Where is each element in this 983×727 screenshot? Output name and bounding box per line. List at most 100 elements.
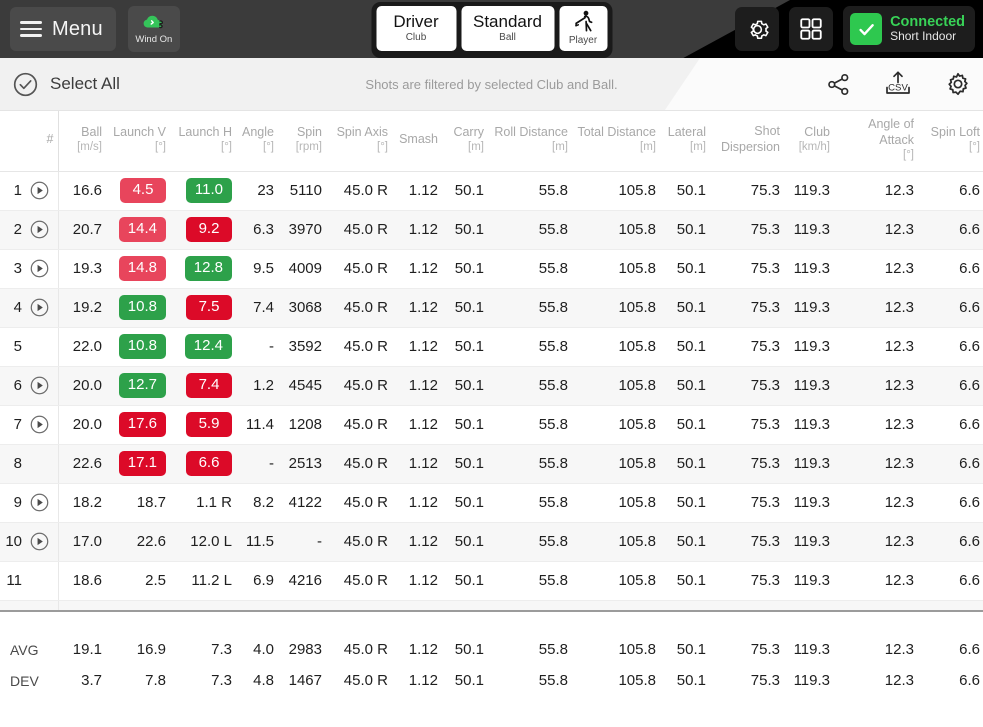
table-row[interactable]: 1017.022.612.0 L11.5-45.0 R1.1250.155.81… — [0, 522, 983, 561]
select-all-button[interactable]: Select All — [12, 71, 120, 98]
column-header-roll-distance[interactable]: Roll Distance[m] — [488, 111, 572, 171]
play-shot-button[interactable] — [29, 531, 50, 552]
column-header-carry[interactable]: Carry[m] — [442, 111, 488, 171]
connection-status-button[interactable]: Connected Short Indoor — [843, 6, 975, 52]
summary-cell-spin: 1467 — [278, 665, 326, 696]
cell-spin-axis: 45.0 R — [326, 522, 392, 561]
column-header-launch-h[interactable]: Launch H[°] — [170, 111, 236, 171]
play-shot-button[interactable] — [29, 180, 50, 201]
cell-ball-speed: 20.0 — [58, 366, 106, 405]
cell-lateral: 50.1 — [660, 171, 710, 210]
row-index-cell[interactable]: 6 — [0, 366, 58, 405]
column-header-index[interactable]: # — [0, 111, 58, 171]
cell-lateral: 50.1 — [660, 444, 710, 483]
summary-cell-club-speed: 119.3 — [784, 665, 834, 696]
summary-table: AVG19.116.97.34.0298345.0 R1.1250.155.81… — [0, 634, 983, 696]
table-row[interactable]: 1118.62.511.2 L6.9421645.0 R1.1250.155.8… — [0, 561, 983, 600]
table-row[interactable]: 116.64.511.023511045.0 R1.1250.155.8105.… — [0, 171, 983, 210]
summary-cell-lateral: 50.1 — [660, 634, 710, 665]
table-header-row: # Ball[m/s] Launch V[°] Launch H[°] Angl… — [0, 111, 983, 171]
row-index-cell[interactable]: 7 — [0, 405, 58, 444]
cell-lateral: 50.1 — [660, 405, 710, 444]
table-row[interactable]: 522.010.812.4-359245.0 R1.1250.155.8105.… — [0, 327, 983, 366]
table-row[interactable]: 620.012.77.41.2454545.0 R1.1250.155.8105… — [0, 366, 983, 405]
row-index-cell[interactable]: 3 — [0, 249, 58, 288]
cell-spin-axis: 45.0 R — [326, 483, 392, 522]
column-header-spin[interactable]: Spin[rpm] — [278, 111, 326, 171]
column-header-smash[interactable]: Smash — [392, 111, 442, 171]
row-index-cell[interactable]: 9 — [0, 483, 58, 522]
row-index-cell[interactable]: 10 — [0, 522, 58, 561]
csv-export-icon[interactable]: CSV — [881, 70, 915, 98]
column-header-spin-axis[interactable]: Spin Axis[°] — [326, 111, 392, 171]
table-row[interactable]: 220.714.49.26.3397045.0 R1.1250.155.8105… — [0, 210, 983, 249]
table-row[interactable]: 319.314.812.89.5400945.0 R1.1250.155.810… — [0, 249, 983, 288]
row-index-cell[interactable]: 12 — [0, 600, 58, 610]
cell-spin: 2513 — [278, 444, 326, 483]
cell-spin-axis: 45.0 R — [326, 210, 392, 249]
table-row[interactable]: 720.017.65.911.4120845.0 R1.1250.155.810… — [0, 405, 983, 444]
player-selector[interactable]: Player — [559, 6, 607, 51]
table-row[interactable]: 419.210.87.57.4306845.0 R1.1250.155.8105… — [0, 288, 983, 327]
ball-selector[interactable]: Standard Ball — [461, 6, 554, 51]
cell-lateral: 50.1 — [660, 210, 710, 249]
cell-total-distance: 105.8 — [572, 483, 660, 522]
cell-roll-distance: 55.8 — [488, 405, 572, 444]
share-icon[interactable] — [826, 72, 851, 97]
cell-launch-v: 14.4 — [106, 210, 170, 249]
column-header-angle-of-attack[interactable]: Angle of Attack[°] — [834, 111, 918, 171]
play-shot-button[interactable] — [29, 297, 50, 318]
cell-ball-speed: 19.3 — [58, 249, 106, 288]
row-index-cell[interactable]: 1 — [0, 171, 58, 210]
cell-ball-speed: 21.8 — [58, 600, 106, 610]
cell-spin: - — [278, 522, 326, 561]
table-row[interactable]: 822.617.16.6-251345.0 R1.1250.155.8105.8… — [0, 444, 983, 483]
row-index-cell[interactable]: 5 — [0, 327, 58, 366]
grid-view-button[interactable] — [789, 7, 833, 51]
play-shot-button[interactable] — [29, 219, 50, 240]
play-shot-button[interactable] — [29, 375, 50, 396]
row-index-cell[interactable]: 8 — [0, 444, 58, 483]
settings-button[interactable] — [735, 7, 779, 51]
row-index-label: 9 — [4, 494, 22, 511]
launch-h-badge: 7.5 — [186, 295, 232, 320]
gear-icon[interactable] — [945, 71, 971, 97]
club-selector[interactable]: Driver Club — [376, 6, 456, 51]
cell-total-distance: 105.8 — [572, 366, 660, 405]
cell-angle-of-attack: 12.3 — [834, 483, 918, 522]
column-header-lateral[interactable]: Lateral[m] — [660, 111, 710, 171]
cell-smash: 1.12 — [392, 522, 442, 561]
shots-table-container[interactable]: # Ball[m/s] Launch V[°] Launch H[°] Angl… — [0, 110, 983, 610]
cell-smash: 1.12 — [392, 210, 442, 249]
table-row[interactable]: 1221.816.81.7 R-111545.0 R1.1250.155.810… — [0, 600, 983, 610]
column-header-club[interactable]: Club[km/h] — [784, 111, 834, 171]
cell-spin-loft: 6.6 — [918, 327, 983, 366]
cell-spin-loft: 6.6 — [918, 483, 983, 522]
cell-total-distance: 105.8 — [572, 171, 660, 210]
play-shot-button[interactable] — [29, 492, 50, 513]
cell-carry: 50.1 — [442, 288, 488, 327]
menu-button[interactable]: Menu — [10, 7, 116, 51]
cell-ball-speed: 20.0 — [58, 405, 106, 444]
row-index-cell[interactable]: 11 — [0, 561, 58, 600]
column-header-spin-loft[interactable]: Spin Loft[°] — [918, 111, 983, 171]
play-shot-button[interactable] — [29, 414, 50, 435]
column-header-launch-v[interactable]: Launch V[°] — [106, 111, 170, 171]
row-index-cell[interactable]: 2 — [0, 210, 58, 249]
column-header-shot-dispersion[interactable]: Shot Dispersion — [710, 111, 784, 171]
cell-launch-h: 11.2 L — [170, 561, 236, 600]
column-header-total-distance[interactable]: Total Distance[m] — [572, 111, 660, 171]
wind-toggle-button[interactable]: Wind On — [128, 6, 180, 52]
cell-launch-h: 12.0 L — [170, 522, 236, 561]
cell-roll-distance: 55.8 — [488, 249, 572, 288]
cell-launch-h: 9.2 — [170, 210, 236, 249]
cell-ball-speed: 18.2 — [58, 483, 106, 522]
table-row[interactable]: 918.218.71.1 R8.2412245.0 R1.1250.155.81… — [0, 483, 983, 522]
cell-angle: - — [236, 327, 278, 366]
row-index-cell[interactable]: 4 — [0, 288, 58, 327]
play-shot-button[interactable] — [29, 258, 50, 279]
column-header-ball[interactable]: Ball[m/s] — [58, 111, 106, 171]
column-header-angle[interactable]: Angle[°] — [236, 111, 278, 171]
cell-roll-distance: 55.8 — [488, 210, 572, 249]
launch-h-badge: 12.4 — [185, 334, 232, 359]
